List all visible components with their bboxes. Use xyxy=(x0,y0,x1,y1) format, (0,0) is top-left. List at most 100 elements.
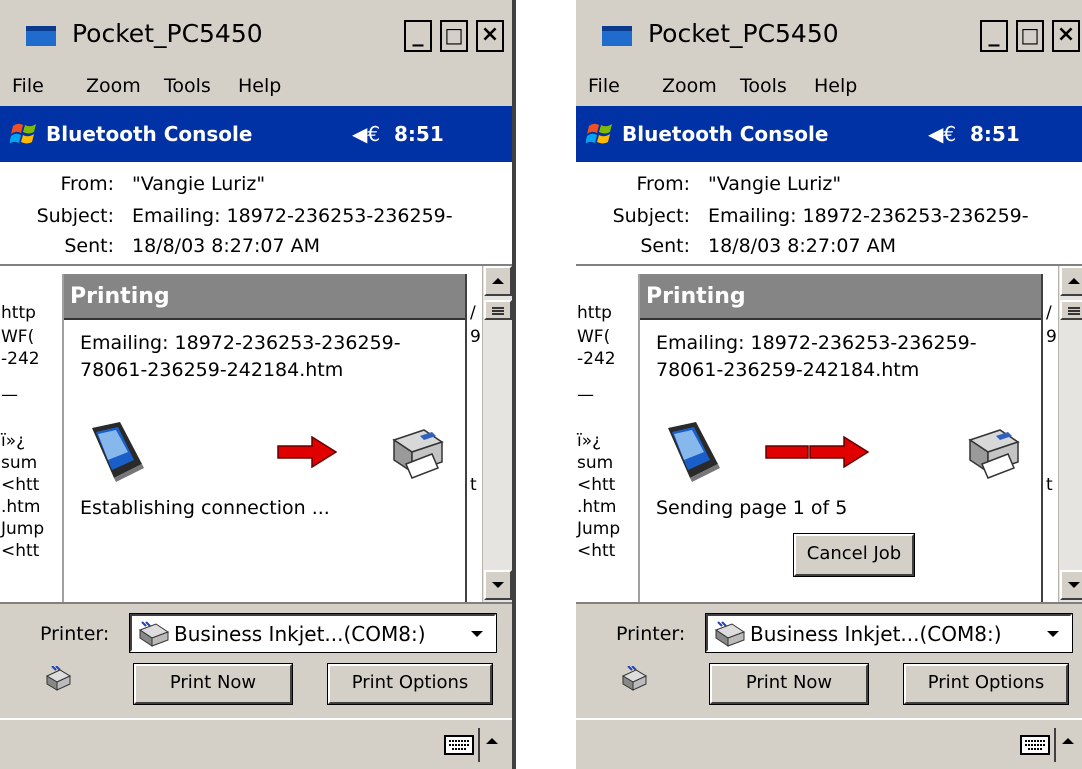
input-bar xyxy=(576,718,1082,769)
scroll-up-button[interactable] xyxy=(484,266,512,296)
scroll-up-button[interactable] xyxy=(1060,266,1082,296)
keyboard-icon[interactable] xyxy=(1020,734,1050,756)
divider xyxy=(1054,728,1056,762)
windows-flag-icon[interactable] xyxy=(10,120,38,148)
menu-zoom[interactable]: Zoom xyxy=(662,74,717,98)
arrow-down-icon xyxy=(492,582,504,588)
body-line: http xyxy=(1,303,36,323)
minimize-button[interactable]: _ xyxy=(404,20,432,52)
pda-icon xyxy=(668,422,720,482)
sent-label: Sent: xyxy=(640,235,690,257)
printer-status-icon[interactable] xyxy=(620,666,648,692)
menu-bar: File Zoom Tools Help xyxy=(576,64,1082,106)
device-edge xyxy=(512,0,516,769)
body-line: <htt xyxy=(1,475,40,495)
taskbar: Bluetooth Console ◀€ 8:51 xyxy=(0,106,516,162)
clock[interactable]: 8:51 xyxy=(394,120,444,148)
printing-dialog: Printing Emailing: 18972-236253-236259-7… xyxy=(638,274,1043,604)
subject-label: Subject: xyxy=(612,205,690,227)
body-line: .htm xyxy=(577,497,617,517)
input-bar xyxy=(0,718,516,769)
printer-status-icon[interactable] xyxy=(44,666,72,692)
body-line: Jump xyxy=(1,519,45,539)
chevron-down-icon xyxy=(471,631,483,637)
print-options-button[interactable]: Print Options xyxy=(903,663,1069,705)
printer-icon xyxy=(392,429,444,479)
from-label: From: xyxy=(636,173,690,195)
body-line: WF( xyxy=(577,327,611,347)
printer-icon xyxy=(968,429,1020,479)
taskbar-title: Bluetooth Console xyxy=(46,122,253,146)
print-options-button[interactable]: Print Options xyxy=(327,663,493,705)
body-line: ï»¿ xyxy=(1,431,26,451)
scroll-thumb[interactable] xyxy=(1060,300,1082,320)
arrow-up-icon xyxy=(492,278,504,284)
printer-selected-value: Business Inkjet...(COM8:) xyxy=(174,622,426,646)
body-line: http xyxy=(577,303,612,323)
app-window-icon xyxy=(602,26,632,46)
grip-icon xyxy=(1068,307,1080,315)
dialog-document-name: Emailing: 18972-236253-236259-78061-2362… xyxy=(80,332,401,381)
body-line: Jump xyxy=(577,519,621,539)
print-now-button[interactable]: Print Now xyxy=(133,663,293,705)
scrollbar[interactable] xyxy=(482,266,513,602)
subject-label: Subject: xyxy=(36,205,114,227)
speaker-icon[interactable]: ◀€ xyxy=(928,120,956,148)
input-menu-arrow-icon[interactable] xyxy=(1060,730,1076,754)
menu-tools[interactable]: Tools xyxy=(740,74,787,98)
dialog-status: Establishing connection ... xyxy=(80,497,330,519)
scroll-down-button[interactable] xyxy=(484,570,512,600)
window-titlebar: Pocket_PC5450 _ □ × xyxy=(0,0,516,64)
maximize-button[interactable]: □ xyxy=(440,20,468,52)
scrollbar[interactable] xyxy=(1058,266,1082,602)
body-line: <htt xyxy=(577,475,616,495)
divider xyxy=(0,602,516,604)
dialog-status: Sending page 1 of 5 xyxy=(656,497,848,519)
scroll-thumb[interactable] xyxy=(484,300,512,320)
cancel-job-button[interactable]: Cancel Job xyxy=(793,533,915,577)
arrow-right-icon xyxy=(277,435,338,469)
close-button[interactable]: × xyxy=(1052,20,1080,52)
arrow-right-icon xyxy=(809,435,870,469)
menu-help[interactable]: Help xyxy=(238,74,281,98)
body-line: <htt xyxy=(1,541,40,561)
scroll-down-button[interactable] xyxy=(1060,570,1082,600)
body-line: .htm xyxy=(1,497,41,517)
body-line: sum xyxy=(1,453,38,473)
menu-file[interactable]: File xyxy=(588,74,620,98)
app-window-icon xyxy=(26,26,56,46)
maximize-button[interactable]: □ xyxy=(1016,20,1044,52)
windows-flag-icon[interactable] xyxy=(586,120,614,148)
body-line-right: 9 xyxy=(1046,327,1056,347)
sent-label: Sent: xyxy=(64,235,114,257)
from-value: "Vangie Luriz" xyxy=(132,173,266,195)
printer-dropdown[interactable]: Business Inkjet...(COM8:) xyxy=(129,613,497,653)
taskbar: Bluetooth Console ◀€ 8:51 xyxy=(576,106,1082,162)
body-line: -242 xyxy=(1,349,40,369)
menu-tools[interactable]: Tools xyxy=(164,74,211,98)
minimize-button[interactable]: _ xyxy=(980,20,1008,52)
printer-small-icon xyxy=(714,621,746,647)
keyboard-icon[interactable] xyxy=(444,734,474,756)
speaker-icon[interactable]: ◀€ xyxy=(352,120,380,148)
body-line: — xyxy=(577,385,594,405)
subject-value: Emailing: 18972-236253-236259- xyxy=(708,205,1029,227)
body-line: -242 xyxy=(577,349,616,369)
from-value: "Vangie Luriz" xyxy=(708,173,842,195)
arrow-down-icon xyxy=(1068,582,1080,588)
printing-dialog: Printing Emailing: 18972-236253-236259-7… xyxy=(62,274,467,604)
printer-panel: Printer: Business Inkjet...(COM8:) Print… xyxy=(0,602,516,718)
sent-value: 18/8/03 8:27:07 AM xyxy=(708,235,896,257)
clock[interactable]: 8:51 xyxy=(970,120,1020,148)
close-button[interactable]: × xyxy=(476,20,504,52)
divider xyxy=(576,602,1082,604)
menu-file[interactable]: File xyxy=(12,74,44,98)
menu-zoom[interactable]: Zoom xyxy=(86,74,141,98)
body-line: <htt xyxy=(577,541,616,561)
menu-help[interactable]: Help xyxy=(814,74,857,98)
printer-dropdown[interactable]: Business Inkjet...(COM8:) xyxy=(705,613,1073,653)
input-menu-arrow-icon[interactable] xyxy=(484,730,500,754)
dialog-document-name: Emailing: 18972-236253-236259-78061-2362… xyxy=(656,332,977,381)
print-now-button[interactable]: Print Now xyxy=(709,663,869,705)
arrow-up-icon xyxy=(1068,278,1080,284)
